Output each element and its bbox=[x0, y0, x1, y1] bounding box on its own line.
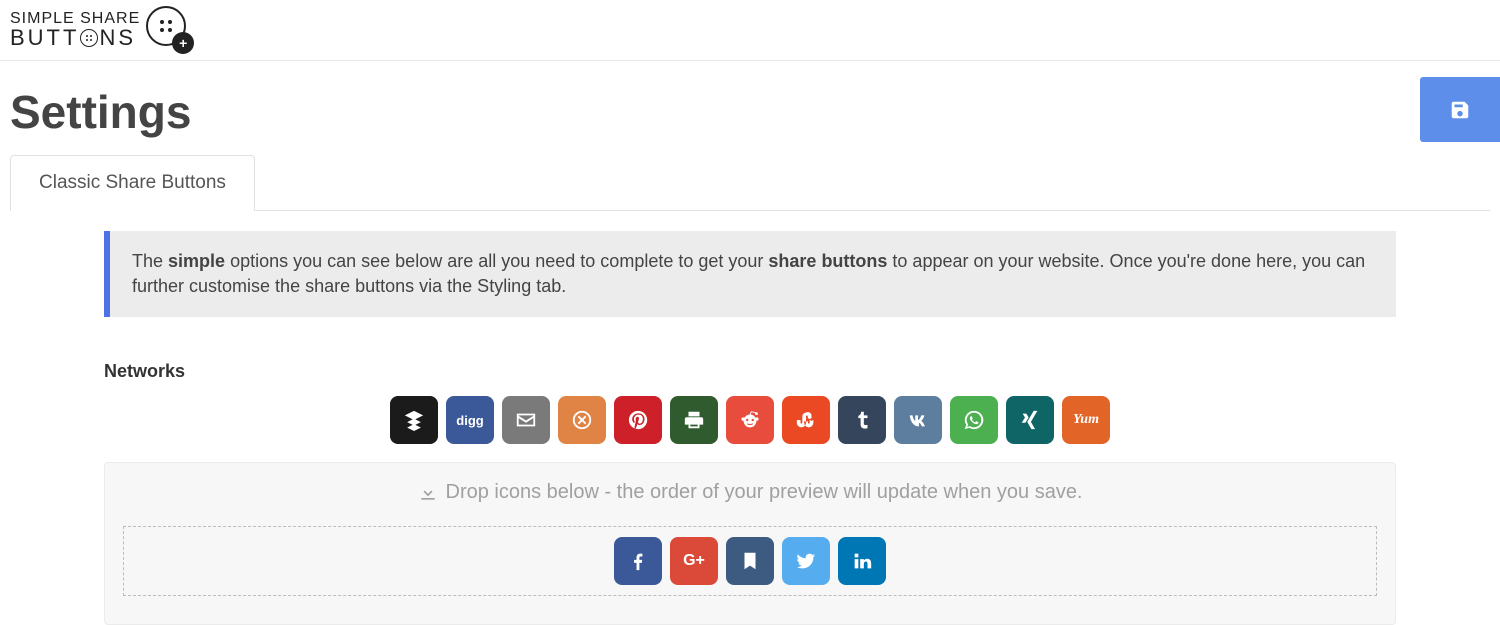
tab-classic-share-buttons[interactable]: Classic Share Buttons bbox=[10, 155, 255, 211]
network-pocket[interactable] bbox=[726, 537, 774, 585]
brand-logo: SIMPLE SHARE BUTT NS + bbox=[10, 6, 194, 54]
network-google-plus[interactable]: G+ bbox=[670, 537, 718, 585]
network-buffer[interactable] bbox=[390, 396, 438, 444]
network-email[interactable] bbox=[502, 396, 550, 444]
info-callout: The simple options you can see below are… bbox=[104, 231, 1396, 317]
network-facebook[interactable] bbox=[614, 537, 662, 585]
xing-icon bbox=[1019, 409, 1041, 431]
buffer-icon bbox=[403, 409, 425, 431]
linkedin-icon bbox=[851, 550, 873, 572]
whatsapp-icon bbox=[963, 409, 985, 431]
network-digg[interactable]: digg bbox=[446, 396, 494, 444]
save-button[interactable] bbox=[1420, 77, 1500, 142]
email-icon bbox=[515, 409, 537, 431]
plus-icon: + bbox=[172, 32, 194, 54]
available-networks-row: digg bbox=[104, 396, 1396, 444]
app-header: SIMPLE SHARE BUTT NS + bbox=[0, 0, 1500, 61]
reddit-icon bbox=[739, 409, 761, 431]
pinterest-icon bbox=[627, 409, 649, 431]
network-linkedin[interactable] bbox=[838, 537, 886, 585]
network-whatsapp[interactable] bbox=[950, 396, 998, 444]
brand-button-icon: + bbox=[146, 6, 194, 54]
selected-networks-panel: Drop icons below - the order of your pre… bbox=[104, 462, 1396, 625]
network-vk[interactable] bbox=[894, 396, 942, 444]
bookmark-icon bbox=[739, 550, 761, 572]
network-flipboard[interactable] bbox=[558, 396, 606, 444]
network-stumbleupon[interactable] bbox=[782, 396, 830, 444]
stumbleupon-icon bbox=[795, 409, 817, 431]
network-xing[interactable] bbox=[1006, 396, 1054, 444]
vk-icon bbox=[907, 409, 929, 431]
network-twitter[interactable] bbox=[782, 537, 830, 585]
twitter-icon bbox=[795, 550, 817, 572]
network-print[interactable] bbox=[670, 396, 718, 444]
network-reddit[interactable] bbox=[726, 396, 774, 444]
facebook-icon bbox=[627, 550, 649, 572]
digg-icon: digg bbox=[456, 413, 483, 428]
tumblr-icon bbox=[851, 409, 873, 431]
print-icon bbox=[683, 409, 705, 431]
yummly-icon: Yum bbox=[1073, 412, 1099, 428]
page-title: Settings bbox=[10, 85, 1490, 139]
network-pinterest[interactable] bbox=[614, 396, 662, 444]
drop-caption: Drop icons below - the order of your pre… bbox=[123, 481, 1377, 504]
flipboard-icon bbox=[571, 409, 593, 431]
download-icon bbox=[418, 483, 438, 503]
brand-line2: BUTT NS bbox=[10, 27, 140, 49]
button-o-icon bbox=[80, 29, 98, 47]
network-tumblr[interactable] bbox=[838, 396, 886, 444]
network-yummly[interactable]: Yum bbox=[1062, 396, 1110, 444]
google-plus-icon: G+ bbox=[683, 552, 705, 570]
networks-heading: Networks bbox=[104, 361, 1396, 382]
tab-bar: Classic Share Buttons bbox=[10, 155, 1490, 211]
selected-networks-dropzone[interactable]: G+ bbox=[123, 526, 1377, 596]
save-icon bbox=[1449, 99, 1471, 121]
